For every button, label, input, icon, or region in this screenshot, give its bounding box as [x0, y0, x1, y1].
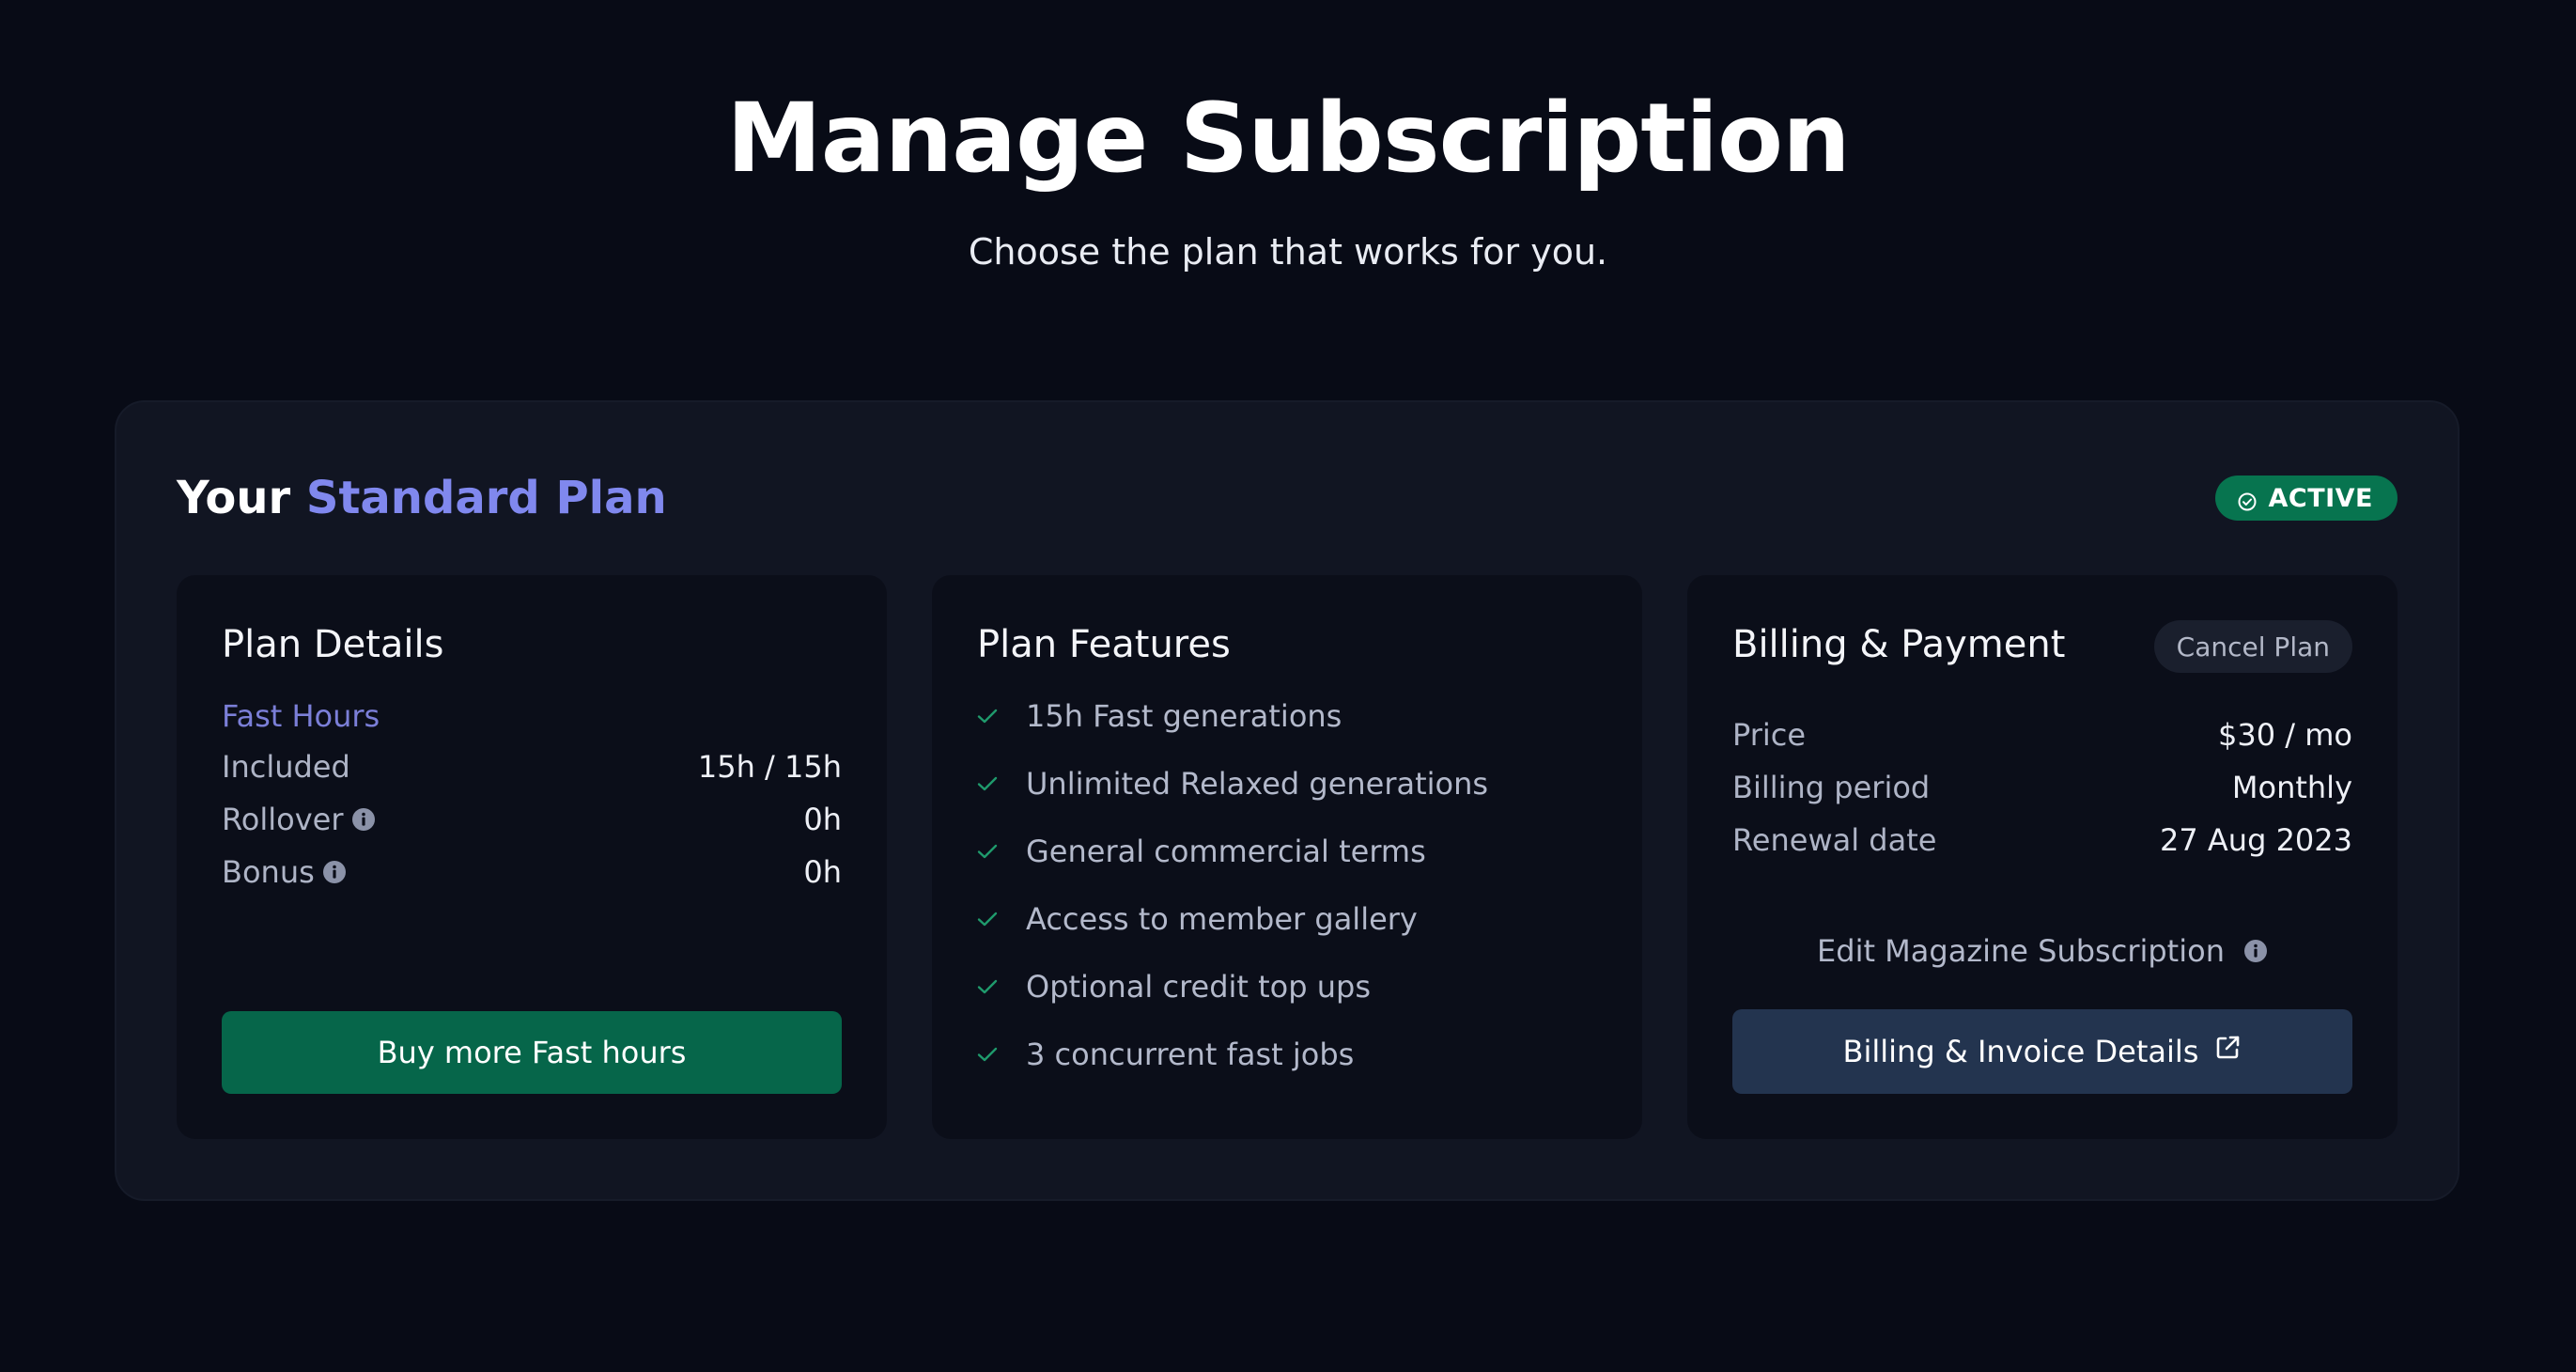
feature-text: General commercial terms — [1026, 834, 1426, 869]
renewal-date-row: Renewal date 27 Aug 2023 — [1732, 818, 2352, 863]
feature-item: Optional credit top ups — [977, 966, 1488, 1034]
page-title: Manage Subscription — [726, 83, 1850, 195]
feature-item: 15h Fast generations — [977, 695, 1488, 763]
billing-invoice-details-button[interactable]: Billing & Invoice Details — [1732, 1009, 2352, 1094]
feature-text: Access to member gallery — [1026, 901, 1418, 937]
billing-card: Billing & Payment Cancel Plan Price $30 … — [1687, 575, 2398, 1139]
check-icon — [977, 831, 1005, 872]
fast-hours-label: Fast Hours — [222, 698, 380, 734]
rollover-label-group: Rollover — [222, 802, 376, 837]
feature-item: Access to member gallery — [977, 898, 1488, 966]
check-icon — [977, 898, 1005, 940]
billing-title: Billing & Payment — [1732, 623, 2066, 666]
check-icon — [977, 966, 1005, 1007]
check-icon — [977, 763, 1005, 804]
cancel-plan-button[interactable]: Cancel Plan — [2153, 620, 2352, 673]
feature-text: 15h Fast generations — [1026, 698, 1342, 734]
feature-item: Unlimited Relaxed generations — [977, 763, 1488, 831]
check-icon — [977, 695, 1005, 737]
external-link-icon — [2213, 1034, 2242, 1069]
plan-details-card: Plan Details Fast Hours Included 15h / 1… — [177, 575, 887, 1139]
price-value: $30 / mo — [2218, 717, 2352, 753]
plan-panel: Your Standard Plan ACTIVE Plan Details F… — [115, 400, 2460, 1201]
included-value: 15h / 15h — [697, 749, 842, 785]
included-label: Included — [222, 749, 350, 785]
price-label: Price — [1732, 717, 1807, 753]
page: Manage Subscription Choose the plan that… — [0, 0, 2576, 1372]
plan-features-card: Plan Features 15h Fast generations Unlim… — [932, 575, 1642, 1139]
feature-text: Optional credit top ups — [1026, 969, 1371, 1005]
edit-magazine-subscription-label: Edit Magazine Subscription — [1817, 933, 2225, 969]
plan-name: Standard Plan — [305, 472, 667, 524]
rollover-row: Rollover 0h — [222, 797, 842, 842]
plan-heading-prefix: Your — [177, 472, 291, 524]
bonus-label-group: Bonus — [222, 854, 347, 890]
included-row: Included 15h / 15h — [222, 744, 842, 789]
renewal-date-value: 27 Aug 2023 — [2160, 822, 2352, 858]
billing-period-value: Monthly — [2231, 770, 2352, 805]
billing-invoice-details-label: Billing & Invoice Details — [1842, 1034, 2199, 1069]
status-badge-label: ACTIVE — [2268, 483, 2373, 513]
price-row: Price $30 / mo — [1732, 712, 2352, 757]
info-icon[interactable] — [322, 860, 347, 884]
feature-text: Unlimited Relaxed generations — [1026, 766, 1489, 802]
billing-period-row: Billing period Monthly — [1732, 765, 2352, 810]
info-icon[interactable] — [351, 807, 376, 832]
info-icon[interactable] — [2243, 939, 2268, 963]
billing-period-label: Billing period — [1732, 770, 1931, 805]
bonus-label: Bonus — [222, 854, 315, 890]
edit-magazine-subscription-link[interactable]: Edit Magazine Subscription — [1687, 930, 2398, 972]
status-badge: ACTIVE — [2215, 476, 2398, 521]
buy-fast-hours-button[interactable]: Buy more Fast hours — [222, 1011, 842, 1094]
feature-item: 3 concurrent fast jobs — [977, 1034, 1488, 1101]
rollover-label: Rollover — [222, 802, 344, 837]
feature-list: 15h Fast generations Unlimited Relaxed g… — [977, 695, 1488, 1101]
feature-text: 3 concurrent fast jobs — [1026, 1037, 1355, 1072]
plan-details-title: Plan Details — [222, 623, 444, 666]
plan-features-title: Plan Features — [977, 623, 1231, 666]
bonus-row: Bonus 0h — [222, 850, 842, 895]
renewal-date-label: Renewal date — [1732, 822, 1937, 858]
page-subtitle: Choose the plan that works for you. — [968, 231, 1608, 273]
plan-heading: Your Standard Plan — [177, 468, 667, 528]
bonus-value: 0h — [803, 854, 842, 890]
rollover-value: 0h — [803, 802, 842, 837]
check-circle-icon — [2238, 489, 2257, 511]
feature-item: General commercial terms — [977, 831, 1488, 898]
check-icon — [977, 1034, 1005, 1075]
